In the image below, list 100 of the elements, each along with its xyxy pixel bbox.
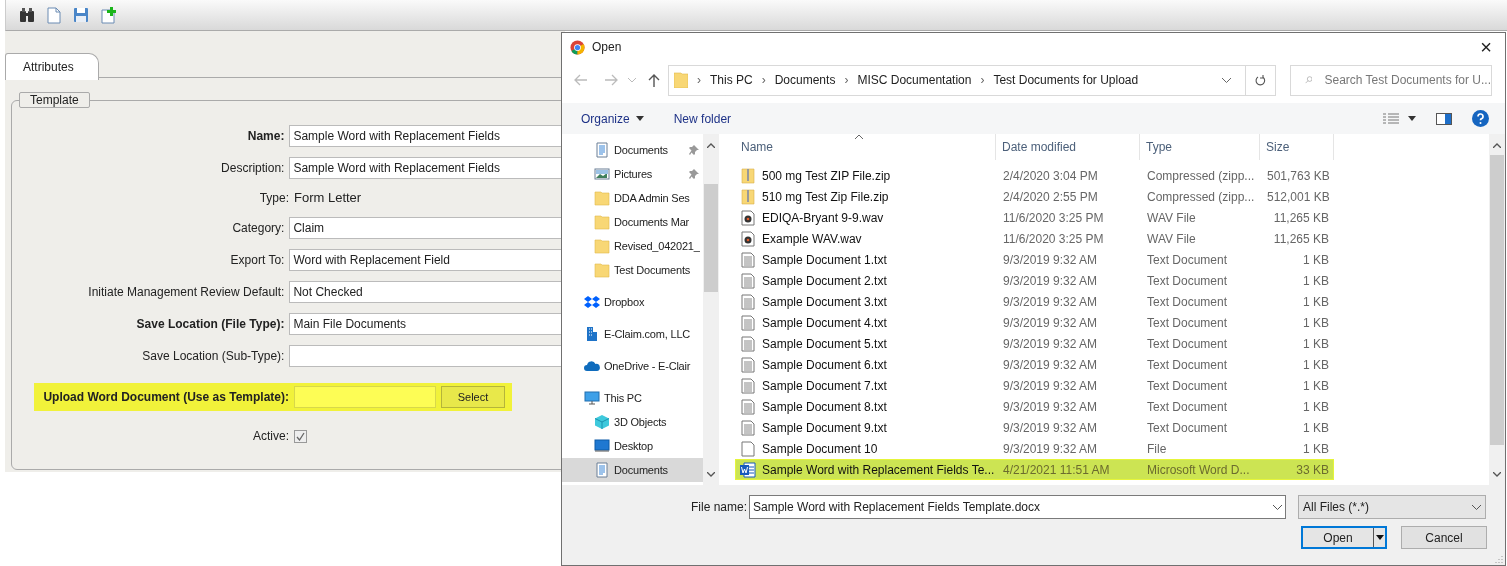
column-header[interactable]: Size [1260,134,1334,160]
building-icon [584,326,600,342]
file-size: 512,001 KB [1266,188,1331,206]
column-header[interactable]: Name [735,134,996,160]
folder-icon [594,214,610,230]
search-field[interactable]: Search Test Documents for U... [1290,64,1492,96]
breadcrumb-item[interactable]: Documents [774,71,836,89]
chevron-down-icon[interactable] [1493,472,1501,477]
file-row[interactable]: Sample Document 3.txt 9/3/2019 9:32 AM Text Document 1 KB [735,291,1334,312]
help-icon[interactable] [1472,110,1489,127]
text-file-icon [740,293,756,310]
nav-item[interactable]: Desktop [562,434,703,458]
chevron-up-icon[interactable] [1493,143,1501,148]
column-header[interactable]: Date modified [996,134,1140,160]
nav-item[interactable]: Documents Mar [562,210,703,234]
chevron-down-icon[interactable] [1273,504,1282,510]
file-type: Text Document [1146,293,1229,311]
file-row[interactable]: Sample Document 6.txt 9/3/2019 9:32 AM Text Document 1 KB [735,354,1334,375]
nav-item[interactable]: This PC [562,386,703,410]
file-size: 33 KB [1295,461,1330,479]
close-button[interactable]: × [1471,34,1501,60]
file-name-field[interactable]: Sample Word with Replacement Fields Template.docx [749,495,1286,519]
file-row[interactable]: 500 mg Test ZIP File.zip 2/4/2020 3:04 PM Compressed (zipp... 501,763 KB [735,165,1334,186]
field-label: Upload Word Document (Use as Template): [42,389,290,406]
binoculars-icon[interactable] [19,7,35,23]
file-row[interactable]: Sample Document 9.txt 9/3/2019 9:32 AM Text Document 1 KB [735,417,1334,438]
add-page-icon[interactable] [101,6,117,24]
nav-item[interactable]: Pictures [562,162,703,186]
file-name: Sample Document 3.txt [762,293,887,311]
file-name: Sample Document 2.txt [762,272,887,290]
chevron-down-icon[interactable] [707,472,715,477]
select-button[interactable]: Select [441,386,505,408]
file-row[interactable]: Sample Word with Replacement Fields Te... 4/21/2021 11:51 AM Microsoft Word D... 33 KB [735,459,1334,480]
file-row[interactable]: Example WAV.wav 11/6/2020 3:25 PM WAV File 11,265 KB [735,228,1334,249]
nav-item[interactable]: E-Claim.com, LLC [562,322,703,346]
dialog-title: Open [592,39,622,56]
up-arrow-icon[interactable] [648,73,660,87]
chevron-down-icon[interactable] [1222,77,1231,83]
scrollbar-thumb[interactable] [704,184,718,292]
checkbox[interactable] [294,429,307,443]
tab[interactable]: Attributes [5,53,99,80]
nav-item[interactable]: DDA Admin Ses [562,186,703,210]
preview-pane-icon[interactable] [1436,112,1452,125]
save-icon[interactable] [73,7,89,23]
file-size: 1 KB [1302,377,1330,395]
file-type-dropdown[interactable]: All Files (*.*) [1298,495,1486,519]
chevron-right-icon[interactable]: › [761,71,766,89]
command-button[interactable]: Organize [581,109,644,128]
pin-icon[interactable] [689,169,699,179]
input-field[interactable] [294,386,436,408]
scrollbar-thumb[interactable] [1490,155,1504,445]
address-bar[interactable]: › This PC › Documents › MISC Documentation › Test Documents for Upload [668,64,1276,96]
back-arrow-icon[interactable] [574,74,588,86]
breadcrumb-item[interactable]: This PC [710,71,753,89]
scrollbar[interactable] [703,134,719,485]
nav-item[interactable]: Revised_042021_ [562,234,703,258]
file-row[interactable]: EDIQA-Bryant 9-9.wav 11/6/2020 3:25 PM WAV File 11,265 KB [735,207,1334,228]
resize-grip-icon[interactable] [1495,555,1503,563]
nav-item[interactable]: OneDrive - E-Clair [562,354,703,378]
pin-icon[interactable] [689,145,699,155]
caret-icon[interactable] [1408,116,1416,121]
field-label: Initiate Management Review Default: [87,284,286,301]
chevron-right-icon[interactable]: › [844,71,849,89]
file-row[interactable]: Sample Document 10 9/3/2019 9:32 AM File 1 KB [735,438,1334,459]
file-size: 501,763 KB [1266,167,1331,185]
nav-item[interactable]: 3D Objects [562,410,703,434]
zip-file-icon [740,188,756,205]
caret-icon[interactable] [1375,535,1384,540]
chevron-up-icon[interactable] [707,143,715,148]
file-row[interactable]: Sample Document 2.txt 9/3/2019 9:32 AM Text Document 1 KB [735,270,1334,291]
open-button[interactable]: Open [1301,526,1387,549]
chevron-right-icon[interactable]: › [697,71,701,89]
file-row[interactable]: Sample Document 8.txt 9/3/2019 9:32 AM Text Document 1 KB [735,396,1334,417]
field-label: Name: [246,128,286,145]
refresh-icon[interactable] [1255,74,1266,86]
nav-item[interactable]: Test Documents [562,258,703,282]
breadcrumb-item[interactable]: MISC Documentation [857,71,972,89]
scrollbar[interactable] [1489,134,1505,485]
field-label: Save Location (File Type): [135,316,286,333]
file-type: Text Document [1146,356,1229,374]
file-row[interactable]: 510 mg Test Zip File.zip 2/4/2020 2:55 PM Compressed (zipp... 512,001 KB [735,186,1334,207]
file-row[interactable]: Sample Document 4.txt 9/3/2019 9:32 AM Text Document 1 KB [735,312,1334,333]
folder-icon [594,262,610,278]
file-name: 510 mg Test Zip File.zip [762,188,889,206]
fieldset-legend: Template [19,92,90,108]
nav-item[interactable]: Documents [562,138,703,162]
file-row[interactable]: Sample Document 5.txt 9/3/2019 9:32 AM Text Document 1 KB [735,333,1334,354]
nav-item[interactable]: Dropbox [562,290,703,314]
breadcrumb-item[interactable]: Test Documents for Upload [993,71,1139,89]
column-header[interactable]: Type [1140,134,1260,160]
chevron-down-icon[interactable] [1472,504,1481,510]
nav-item[interactable]: Documents [562,458,703,482]
cancel-button[interactable]: Cancel [1401,526,1487,549]
file-type: Microsoft Word D... [1146,461,1251,479]
new-page-icon[interactable] [47,6,61,24]
chevron-right-icon[interactable]: › [980,71,985,89]
file-row[interactable]: Sample Document 1.txt 9/3/2019 9:32 AM Text Document 1 KB [735,249,1334,270]
command-button[interactable]: New folder [673,109,732,128]
file-row[interactable]: Sample Document 7.txt 9/3/2019 9:32 AM Text Document 1 KB [735,375,1334,396]
forward-arrow-icon[interactable] [604,74,618,86]
